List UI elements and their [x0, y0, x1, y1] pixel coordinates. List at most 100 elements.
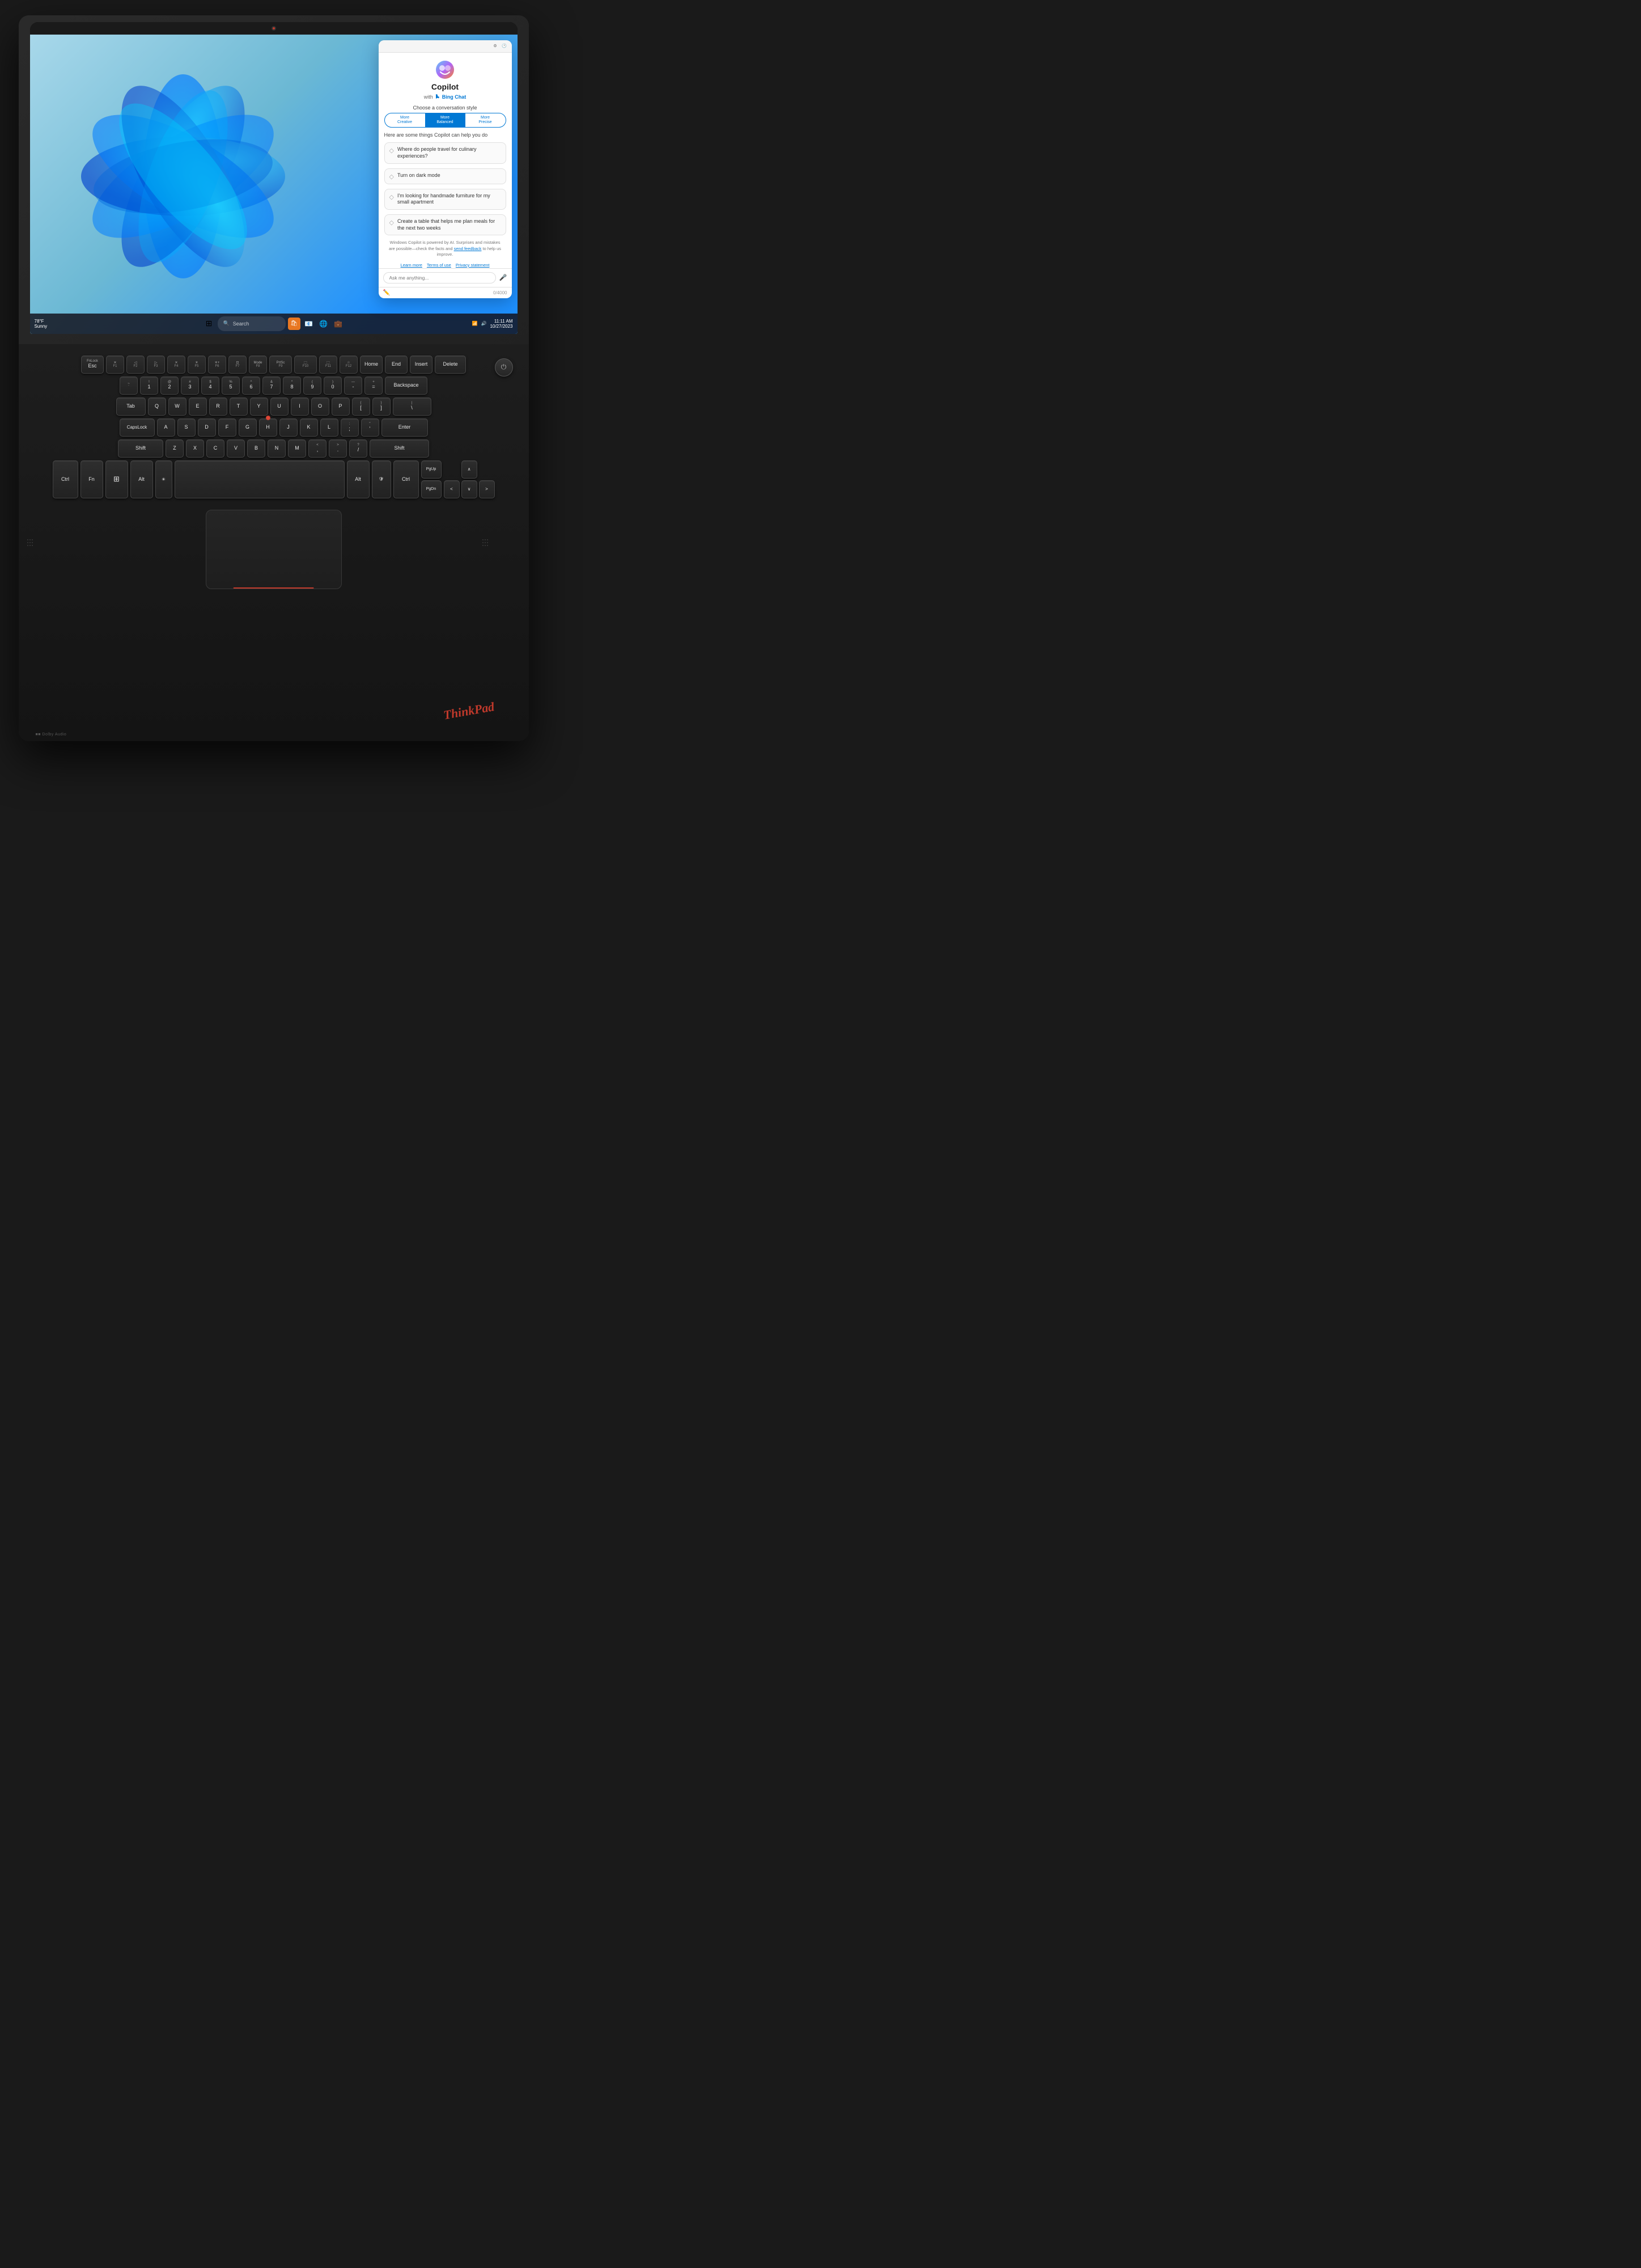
key-m[interactable]: M — [288, 439, 306, 458]
key-j[interactable]: J — [279, 418, 298, 437]
key-esc[interactable]: FnLock Esc — [81, 356, 104, 374]
key-s[interactable]: S — [177, 418, 196, 437]
key-t[interactable]: T — [230, 397, 248, 416]
key-9[interactable]: (9 — [303, 376, 321, 395]
key-arrow-up[interactable]: ∧ — [461, 460, 477, 479]
key-f7[interactable]: ⊡ F7 — [228, 356, 247, 374]
copilot-chat-input[interactable] — [383, 272, 496, 284]
key-quote[interactable]: "' — [361, 418, 379, 437]
key-shift-right[interactable]: Shift — [370, 439, 429, 458]
key-alt-right[interactable]: Alt — [347, 460, 370, 498]
key-space[interactable] — [175, 460, 345, 498]
key-c[interactable]: C — [206, 439, 224, 458]
key-backtick[interactable]: ~` — [120, 376, 138, 395]
learn-more-link[interactable]: Learn more — [401, 263, 422, 268]
key-ctrl-left[interactable]: Ctrl — [53, 460, 78, 498]
key-fn[interactable]: Fn — [80, 460, 103, 498]
suggestion-item-1[interactable]: ◇ Where do people travel for culinary ex… — [384, 142, 506, 163]
key-7[interactable]: &7 — [262, 376, 281, 395]
key-g[interactable]: G — [239, 418, 257, 437]
key-arrow-right[interactable]: > — [479, 480, 495, 498]
key-tab[interactable]: Tab — [116, 397, 146, 416]
key-f11[interactable]: ⬚ F11 — [319, 356, 337, 374]
key-f8[interactable]: Mode F8 — [249, 356, 267, 374]
key-minus[interactable]: —- — [344, 376, 362, 395]
suggestion-item-4[interactable]: ◇ Create a table that helps me plan meal… — [384, 214, 506, 235]
key-0[interactable]: )0 — [324, 376, 342, 395]
key-f10[interactable]: ⬚ F10 — [294, 356, 317, 374]
key-f12[interactable]: ☆ F12 — [340, 356, 358, 374]
key-f1[interactable]: ✕ F1 — [106, 356, 124, 374]
key-semicolon[interactable]: :; — [341, 418, 359, 437]
key-equals[interactable]: += — [364, 376, 383, 395]
key-h[interactable]: H — [259, 418, 277, 437]
key-pgup[interactable]: PgUp — [421, 460, 442, 479]
key-w[interactable]: W — [168, 397, 186, 416]
settings-icon[interactable]: ⚙ — [493, 43, 498, 49]
key-ctrl-right[interactable]: Ctrl — [393, 460, 419, 498]
key-r[interactable]: R — [209, 397, 227, 416]
terms-link[interactable]: Terms of use — [427, 263, 451, 268]
style-creative-btn[interactable]: MoreCreative — [385, 113, 425, 128]
suggestion-item-3[interactable]: ◇ I'm looking for handmade furniture for… — [384, 189, 506, 210]
key-arrow-left[interactable]: < — [444, 480, 460, 498]
taskbar-search-bar[interactable]: 🔍 Search — [218, 316, 286, 331]
key-8[interactable]: *8 — [283, 376, 301, 395]
key-backspace[interactable]: Backspace — [385, 376, 427, 395]
taskbar-store-icon[interactable]: 🛍 — [288, 318, 300, 330]
key-windows[interactable]: ⊞ — [105, 460, 128, 498]
key-a[interactable]: A — [157, 418, 175, 437]
key-end[interactable]: End — [385, 356, 408, 374]
key-z[interactable]: Z — [166, 439, 184, 458]
key-slash[interactable]: ?/ — [349, 439, 367, 458]
key-l[interactable]: L — [320, 418, 338, 437]
key-home[interactable]: Home — [360, 356, 383, 374]
key-shift-left[interactable]: Shift — [118, 439, 163, 458]
power-button[interactable]: ⏻ — [495, 358, 513, 376]
key-f6[interactable]: ☀+ F6 — [208, 356, 226, 374]
key-f4[interactable]: ✕ F4 — [167, 356, 185, 374]
windows-start-btn[interactable]: ⊞ — [203, 318, 215, 330]
key-q[interactable]: Q — [148, 397, 166, 416]
key-thinkpad-fn[interactable]: 🛡 — [372, 460, 391, 498]
key-k[interactable]: K — [300, 418, 318, 437]
key-f[interactable]: F — [218, 418, 236, 437]
taskbar-chrome-icon[interactable]: 🌐 — [317, 318, 330, 330]
taskbar-mail-icon[interactable]: 📧 — [303, 318, 315, 330]
key-copilot[interactable]: ☀ — [155, 460, 172, 498]
key-insert[interactable]: Insert — [410, 356, 432, 374]
privacy-link[interactable]: Privacy statement — [456, 263, 490, 268]
key-period[interactable]: >. — [329, 439, 347, 458]
key-v[interactable]: V — [227, 439, 245, 458]
key-3[interactable]: #3 — [181, 376, 199, 395]
key-i[interactable]: I — [291, 397, 309, 416]
key-4[interactable]: $4 — [201, 376, 219, 395]
key-f5[interactable]: ☀ F5 — [188, 356, 206, 374]
key-arrow-down[interactable]: ∨ — [461, 480, 477, 498]
key-2[interactable]: @2 — [160, 376, 179, 395]
touchpad[interactable] — [206, 510, 342, 589]
key-f3[interactable]: ▷ F3 — [147, 356, 165, 374]
key-backslash[interactable]: |\ — [393, 397, 431, 416]
key-f2[interactable]: ◁ F2 — [126, 356, 145, 374]
suggestion-item-2[interactable]: ◇ Turn on dark mode — [384, 168, 506, 184]
feedback-link[interactable]: send feedback — [454, 246, 482, 251]
key-pgdn[interactable]: PgDn — [421, 480, 442, 498]
history-icon[interactable]: 🕐 — [502, 43, 507, 49]
taskbar-teams-icon[interactable]: 💼 — [332, 318, 345, 330]
key-1[interactable]: !1 — [140, 376, 158, 395]
key-capslock[interactable]: CapsLock — [120, 418, 155, 437]
key-e[interactable]: E — [189, 397, 207, 416]
style-precise-btn[interactable]: MorePrecise — [465, 113, 506, 128]
key-bracket-open[interactable]: {[ — [352, 397, 370, 416]
key-o[interactable]: O — [311, 397, 329, 416]
key-x[interactable]: X — [186, 439, 204, 458]
key-6[interactable]: ^6 — [242, 376, 260, 395]
mic-icon[interactable]: 🎤 — [499, 274, 507, 281]
key-enter[interactable]: Enter — [381, 418, 428, 437]
key-u[interactable]: U — [270, 397, 289, 416]
key-b[interactable]: B — [247, 439, 265, 458]
style-balanced-btn[interactable]: MoreBalanced — [425, 113, 465, 128]
key-f9[interactable]: PrtSc F9 — [269, 356, 292, 374]
key-alt-left[interactable]: Alt — [130, 460, 153, 498]
